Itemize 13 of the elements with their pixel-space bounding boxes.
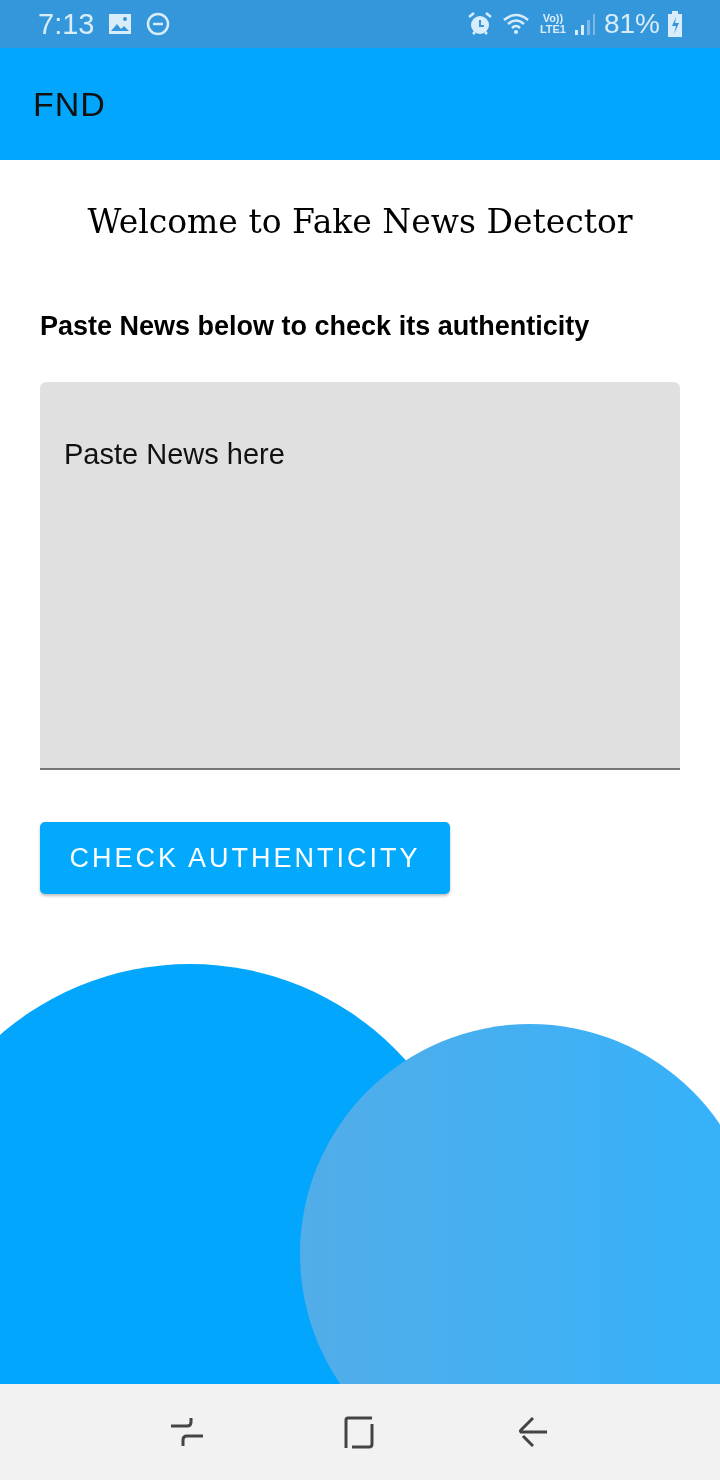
signal-icon	[573, 12, 596, 36]
welcome-heading: Welcome to Fake News Detector	[86, 202, 634, 241]
check-authenticity-button[interactable]: CHECK AUTHENTICITY	[40, 822, 450, 894]
news-input-field[interactable]: Paste News here	[40, 382, 680, 770]
battery-percent: 81%	[603, 8, 660, 40]
instruction-text: Paste News below to check its authenticity	[40, 311, 591, 342]
battery-icon	[668, 11, 682, 37]
network-label: LTE1	[539, 24, 566, 35]
do-not-disturb-icon	[146, 12, 171, 36]
volte-label: Vo))	[542, 13, 564, 24]
clock-time: 7:13	[38, 7, 95, 41]
image-icon	[108, 13, 133, 35]
app-title: FND	[33, 84, 106, 124]
